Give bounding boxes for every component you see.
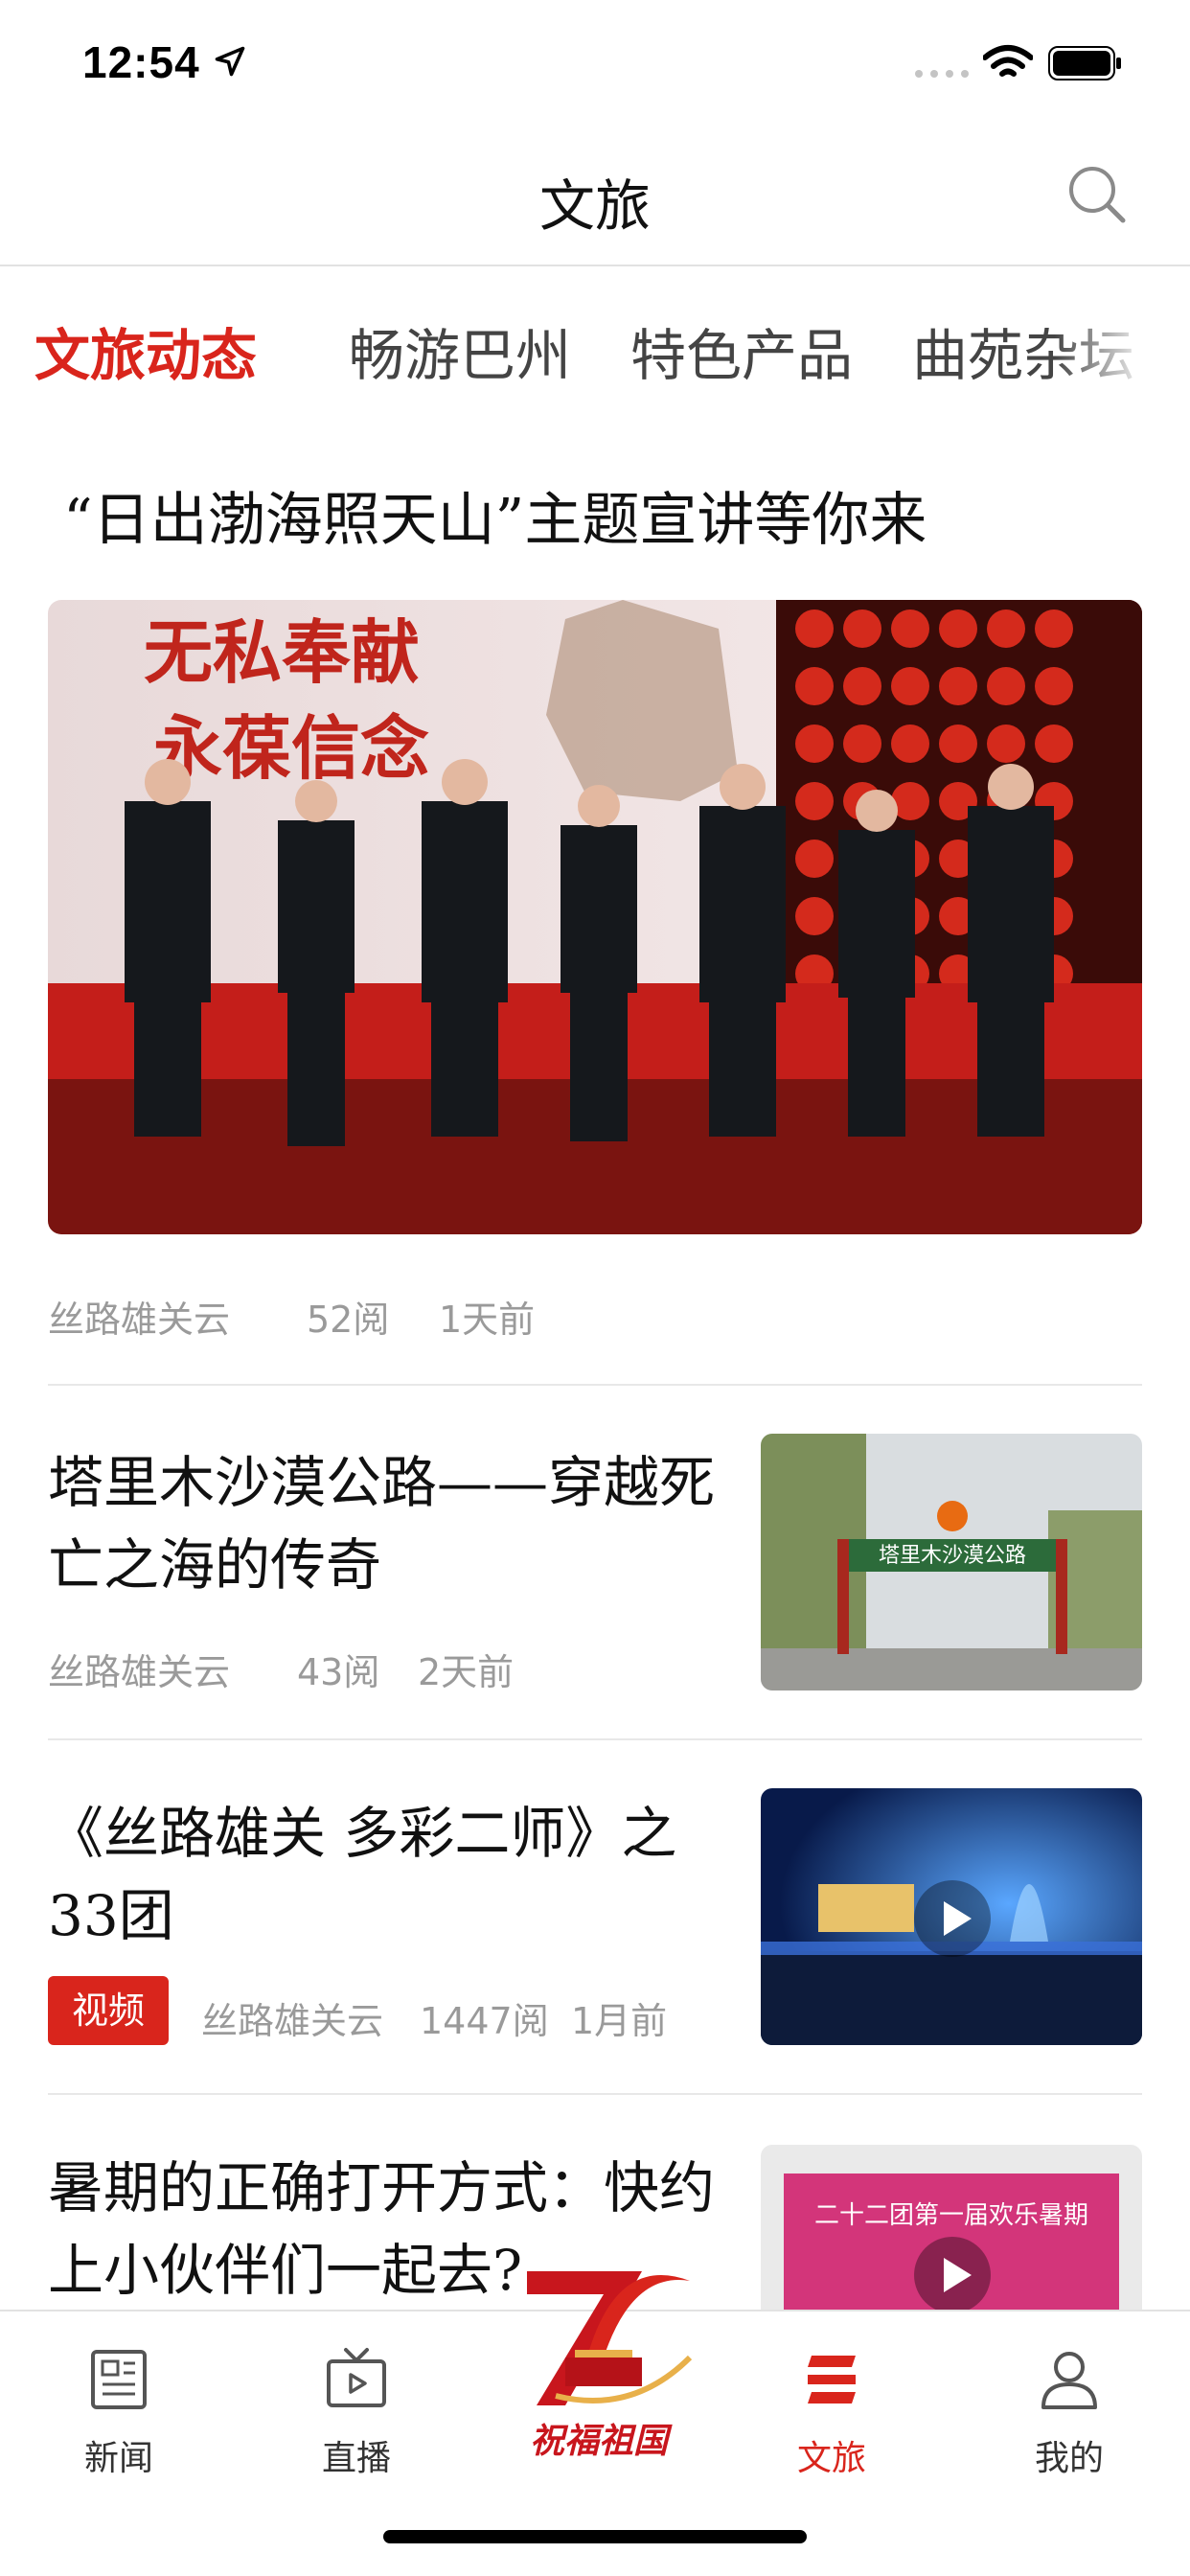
- article-source: 丝路雄关云: [48, 1651, 231, 1693]
- play-icon: [944, 1901, 972, 1936]
- tabs-fade: [1054, 297, 1190, 412]
- newspaper-icon: [91, 2350, 147, 2409]
- play-button[interactable]: [914, 1880, 991, 1957]
- category-tabs: 文旅动态 畅游巴州 特色产品 曲苑杂坛: [0, 268, 1190, 422]
- signal-icon: [915, 70, 969, 78]
- tabbar-label: 文旅: [796, 2439, 866, 2478]
- article-title[interactable]: 塔里木沙漠公路——穿越死亡之海的传奇: [48, 1441, 719, 1606]
- tv-icon: [327, 2348, 386, 2407]
- location-arrow-icon: [215, 46, 245, 77]
- page-title: 文旅: [538, 173, 651, 239]
- feature-reads: 52阅: [307, 1299, 390, 1341]
- status-bar: 12:54: [0, 0, 1190, 126]
- desert-road-gate-art: 塔里木沙漠公路: [761, 1434, 1142, 1690]
- thumb-text: 塔里木沙漠公路: [879, 1544, 1026, 1568]
- tabbar-item-news[interactable]: 新闻: [42, 2331, 195, 2503]
- divider: [48, 1738, 1142, 1740]
- tabbar-label: 我的: [1034, 2439, 1104, 2478]
- tab-special-products[interactable]: 特色产品: [630, 310, 853, 391]
- tabbar-item-me[interactable]: 我的: [993, 2331, 1146, 2503]
- person-icon: [1041, 2352, 1097, 2409]
- video-thumbnail[interactable]: [761, 1788, 1142, 2045]
- feature-image[interactable]: 无私奉献 永葆信念: [48, 600, 1142, 1234]
- tab-travel-bazhou[interactable]: 畅游巴州: [349, 310, 571, 391]
- play-button[interactable]: [914, 2237, 991, 2313]
- article-source: 丝路雄关云: [201, 2000, 384, 2042]
- play-icon: [944, 2258, 972, 2292]
- wenlv-icon: [808, 2356, 856, 2404]
- article-time: 1月前: [571, 2000, 668, 2042]
- battery-icon: [1048, 46, 1121, 80]
- nav-header: 文旅: [0, 126, 1190, 266]
- search-icon[interactable]: [1065, 163, 1129, 226]
- divider: [48, 1384, 1142, 1386]
- tab-wenlv-news[interactable]: 文旅动态: [34, 310, 257, 391]
- celebration-logo-text: 祝福祖国: [529, 2421, 668, 2461]
- wifi-icon: [983, 45, 1033, 77]
- tabbar-label: 新闻: [83, 2439, 153, 2478]
- divider: [48, 2093, 1142, 2095]
- thumb-text: 二十二团第一届欢乐暑期: [814, 2201, 1088, 2230]
- article-time: 2天前: [418, 1651, 515, 1693]
- home-indicator: [383, 2530, 807, 2543]
- status-time: 12:54: [82, 37, 200, 87]
- tabbar-label: 直播: [321, 2439, 391, 2478]
- feature-photo-art: 无私奉献 永葆信念: [48, 600, 1142, 1234]
- article-thumbnail[interactable]: 塔里木沙漠公路: [761, 1434, 1142, 1690]
- feature-image-text-2: 永葆信念: [153, 707, 429, 789]
- seventy-logo-art: [527, 2271, 693, 2405]
- tabbar-item-live[interactable]: 直播: [280, 2331, 433, 2503]
- feature-time: 1天前: [439, 1299, 536, 1341]
- celebration-logo[interactable]: 祝福祖国: [498, 2252, 699, 2472]
- tabbar-item-wenlv[interactable]: 文旅: [755, 2331, 908, 2503]
- feature-source: 丝路雄关云: [48, 1299, 231, 1341]
- article-title[interactable]: 《丝路雄关 多彩二师》之33团: [48, 1792, 719, 1957]
- video-badge: 视频: [48, 1976, 169, 2045]
- feature-title[interactable]: “日出渤海照天山”主题宣讲等你来: [63, 473, 927, 557]
- article-reads: 1447阅: [420, 2000, 549, 2042]
- feature-image-text-1: 无私奉献: [144, 611, 420, 693]
- article-reads: 43阅: [297, 1651, 380, 1693]
